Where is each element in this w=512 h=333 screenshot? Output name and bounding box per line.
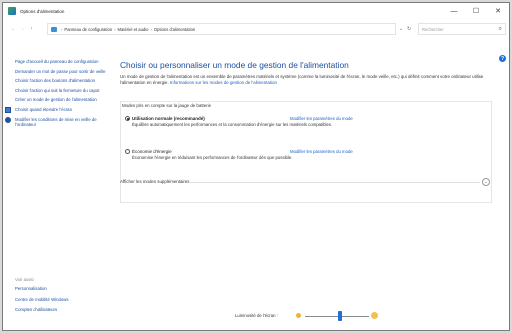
window-title: Options d'alimentation bbox=[20, 8, 65, 14]
power-plans-info-link[interactable]: Informations sur les modes de gestion de… bbox=[170, 80, 277, 85]
display-icon bbox=[5, 106, 11, 113]
brightness-slider-track[interactable] bbox=[305, 315, 369, 317]
address-bar-row: ← → ↑ › Panneau de configuration › Matér… bbox=[3, 23, 509, 35]
search-placeholder: Rechercher bbox=[422, 26, 444, 32]
back-button[interactable]: ← bbox=[9, 26, 18, 32]
see-also-user-accounts[interactable]: Comptes d'utilisateurs bbox=[15, 307, 107, 313]
main-content: Choisir ou personnaliser un mode de gest… bbox=[120, 60, 492, 203]
brightness-control: Luminosité de l'écran : bbox=[235, 311, 385, 321]
intro-text: Un mode de gestion de l'alimentation est… bbox=[120, 74, 492, 85]
sidebar-item-require-password[interactable]: Demander un mot de passe pour sortir de … bbox=[15, 69, 107, 75]
breadcrumb-separator: › bbox=[61, 26, 63, 32]
address-dropdown-icon[interactable]: ⌄ bbox=[399, 23, 403, 35]
address-field[interactable]: › Panneau de configuration › Matériel et… bbox=[47, 23, 396, 35]
plan-name[interactable]: Utilisation normale (recommandé) bbox=[132, 116, 205, 121]
change-plan-settings-link[interactable]: Modifier les paramètres du mode bbox=[290, 149, 353, 154]
refresh-icon[interactable]: ↻ bbox=[407, 23, 411, 35]
minimize-button[interactable]: — bbox=[443, 3, 465, 19]
search-icon: ⌕ bbox=[498, 26, 502, 32]
divider bbox=[189, 182, 480, 183]
sidebar-item-sleep-settings[interactable]: Modifier les conditions de mise en veill… bbox=[5, 116, 107, 128]
up-button[interactable]: ↑ bbox=[27, 26, 36, 32]
breadcrumb-separator: › bbox=[114, 26, 116, 32]
plan-name[interactable]: Économie d'énergie bbox=[132, 149, 172, 154]
power-options-window: Options d'alimentation — ☐ ✕ ← → ↑ › Pan… bbox=[2, 2, 510, 331]
sidebar-item-lid-close[interactable]: Choisir l'action qui suit la fermeture d… bbox=[15, 88, 107, 94]
change-plan-settings-link[interactable]: Modifier les paramètres du mode bbox=[290, 116, 353, 121]
brightness-high-icon bbox=[371, 312, 378, 319]
sidebar-item-label: Modifier les conditions de mise en veill… bbox=[15, 116, 97, 128]
sidebar-item-turn-off-display[interactable]: Choisir quand éteindre l'écran bbox=[5, 106, 107, 113]
power-options-icon bbox=[8, 7, 16, 15]
forward-button[interactable]: → bbox=[18, 26, 27, 32]
battery-plans-label: Modes pris en compte sur la jauge de bat… bbox=[122, 103, 212, 108]
breadcrumb-power-options[interactable]: Options d'alimentation bbox=[154, 27, 195, 32]
sidebar-item-create-plan[interactable]: Créer un mode de gestion de l'alimentati… bbox=[15, 97, 107, 103]
close-button[interactable]: ✕ bbox=[487, 3, 509, 19]
maximize-button[interactable]: ☐ bbox=[465, 3, 487, 19]
control-panel-icon bbox=[51, 26, 57, 32]
plan-description: Équilibre automatiquement les performanc… bbox=[132, 122, 333, 127]
search-input[interactable]: Rechercher ⌕ bbox=[418, 23, 506, 35]
brightness-slider-thumb[interactable] bbox=[338, 311, 343, 321]
page-title: Choisir ou personnaliser un mode de gest… bbox=[120, 60, 349, 70]
sidebar: Page d'accueil du panneau de configurati… bbox=[5, 59, 107, 132]
chevron-down-icon[interactable]: ⌄ bbox=[482, 178, 490, 186]
plan-description: Économise l'énergie en réduisant les per… bbox=[132, 155, 293, 160]
brightness-low-icon bbox=[296, 313, 301, 318]
show-additional-plans[interactable]: Afficher les modes supplémentaires ⌄ bbox=[120, 178, 492, 186]
plan-power-saver-radio[interactable] bbox=[125, 149, 130, 154]
moon-icon bbox=[5, 116, 11, 123]
show-additional-plans-label: Afficher les modes supplémentaires bbox=[120, 179, 190, 184]
sidebar-item-power-buttons[interactable]: Choisir l'action des boutons d'alimentat… bbox=[15, 78, 107, 84]
see-also-personalization[interactable]: Personnalisation bbox=[15, 286, 107, 292]
sidebar-item-label: Choisir quand éteindre l'écran bbox=[15, 106, 72, 112]
breadcrumb-hardware-sound[interactable]: Matériel et audio bbox=[118, 27, 149, 32]
see-also-section: Voir aussi Personnalisation Centre de mo… bbox=[15, 277, 107, 318]
see-also-mobility-center[interactable]: Centre de mobilité Windows bbox=[15, 297, 107, 303]
breadcrumb-control-panel[interactable]: Panneau de configuration bbox=[64, 27, 112, 32]
plan-balanced-radio[interactable] bbox=[125, 116, 130, 121]
breadcrumb-separator: › bbox=[150, 26, 152, 32]
see-also-heading: Voir aussi bbox=[15, 277, 34, 282]
title-bar: Options d'alimentation bbox=[3, 3, 509, 19]
sidebar-item-control-panel-home[interactable]: Page d'accueil du panneau de configurati… bbox=[15, 59, 107, 65]
help-icon[interactable]: ? bbox=[499, 55, 506, 62]
brightness-label: Luminosité de l'écran : bbox=[235, 313, 278, 318]
